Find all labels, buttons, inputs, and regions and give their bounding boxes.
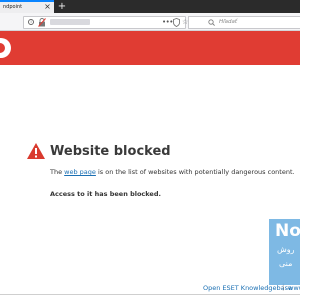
watermark-text-big: No xyxy=(275,221,300,241)
access-blocked-text: Access to it has been blocked. xyxy=(50,190,161,198)
tab-active[interactable]: ndpoint × xyxy=(0,0,54,13)
browser-window: ndpoint × + i ••• ☆ Hľadať Website block… xyxy=(0,0,300,300)
watermark-text-line1: روش xyxy=(277,245,295,254)
knowledgebase-link[interactable]: Open ESET Knowledgebase xyxy=(203,284,292,292)
new-tab-button[interactable]: + xyxy=(57,1,67,12)
page-title: Website blocked xyxy=(50,144,171,159)
eset-logo-mark xyxy=(0,43,5,53)
tab-strip: ndpoint × + xyxy=(0,0,300,13)
lock-crossed-icon[interactable] xyxy=(38,18,46,27)
tab-close-icon[interactable]: × xyxy=(43,2,52,11)
page-actions-icon[interactable]: ••• xyxy=(162,17,173,27)
eset-banner xyxy=(0,31,300,65)
eset-logo xyxy=(0,38,11,58)
tab-title: ndpoint xyxy=(3,3,23,10)
url-bar[interactable]: i ••• ☆ xyxy=(23,16,188,29)
url-text[interactable] xyxy=(50,19,90,25)
nav-toolbar: i ••• ☆ Hľadať xyxy=(0,13,300,31)
shield-icon[interactable] xyxy=(173,18,180,27)
www-link[interactable]: www xyxy=(288,284,300,292)
desc-text-before: The xyxy=(50,168,65,176)
desc-text-after: is on the list of websites with potentia… xyxy=(95,168,295,176)
block-description: The web page is on the list of websites … xyxy=(50,168,295,176)
footer-divider xyxy=(0,294,300,295)
warning-triangle-icon xyxy=(27,143,45,159)
search-bar[interactable]: Hľadať xyxy=(188,16,300,29)
watermark-overlay: No روش منی xyxy=(269,219,300,285)
watermark-text-line2: منی xyxy=(279,259,293,268)
search-placeholder: Hľadať xyxy=(219,19,238,25)
info-icon[interactable]: i xyxy=(28,19,34,25)
search-icon xyxy=(208,19,215,26)
web-page-link[interactable]: web page xyxy=(64,168,96,176)
